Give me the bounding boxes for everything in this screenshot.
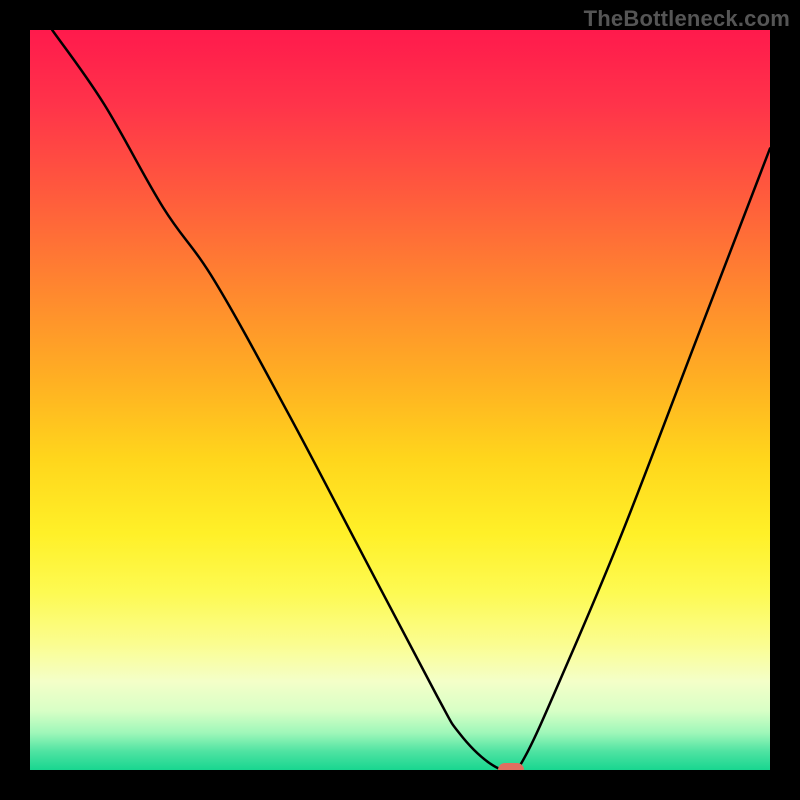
attribution-text: TheBottleneck.com bbox=[584, 6, 790, 32]
optimum-marker bbox=[498, 763, 524, 770]
bottleneck-curve bbox=[30, 30, 770, 770]
chart-frame: TheBottleneck.com bbox=[0, 0, 800, 800]
plot-area bbox=[30, 30, 770, 770]
